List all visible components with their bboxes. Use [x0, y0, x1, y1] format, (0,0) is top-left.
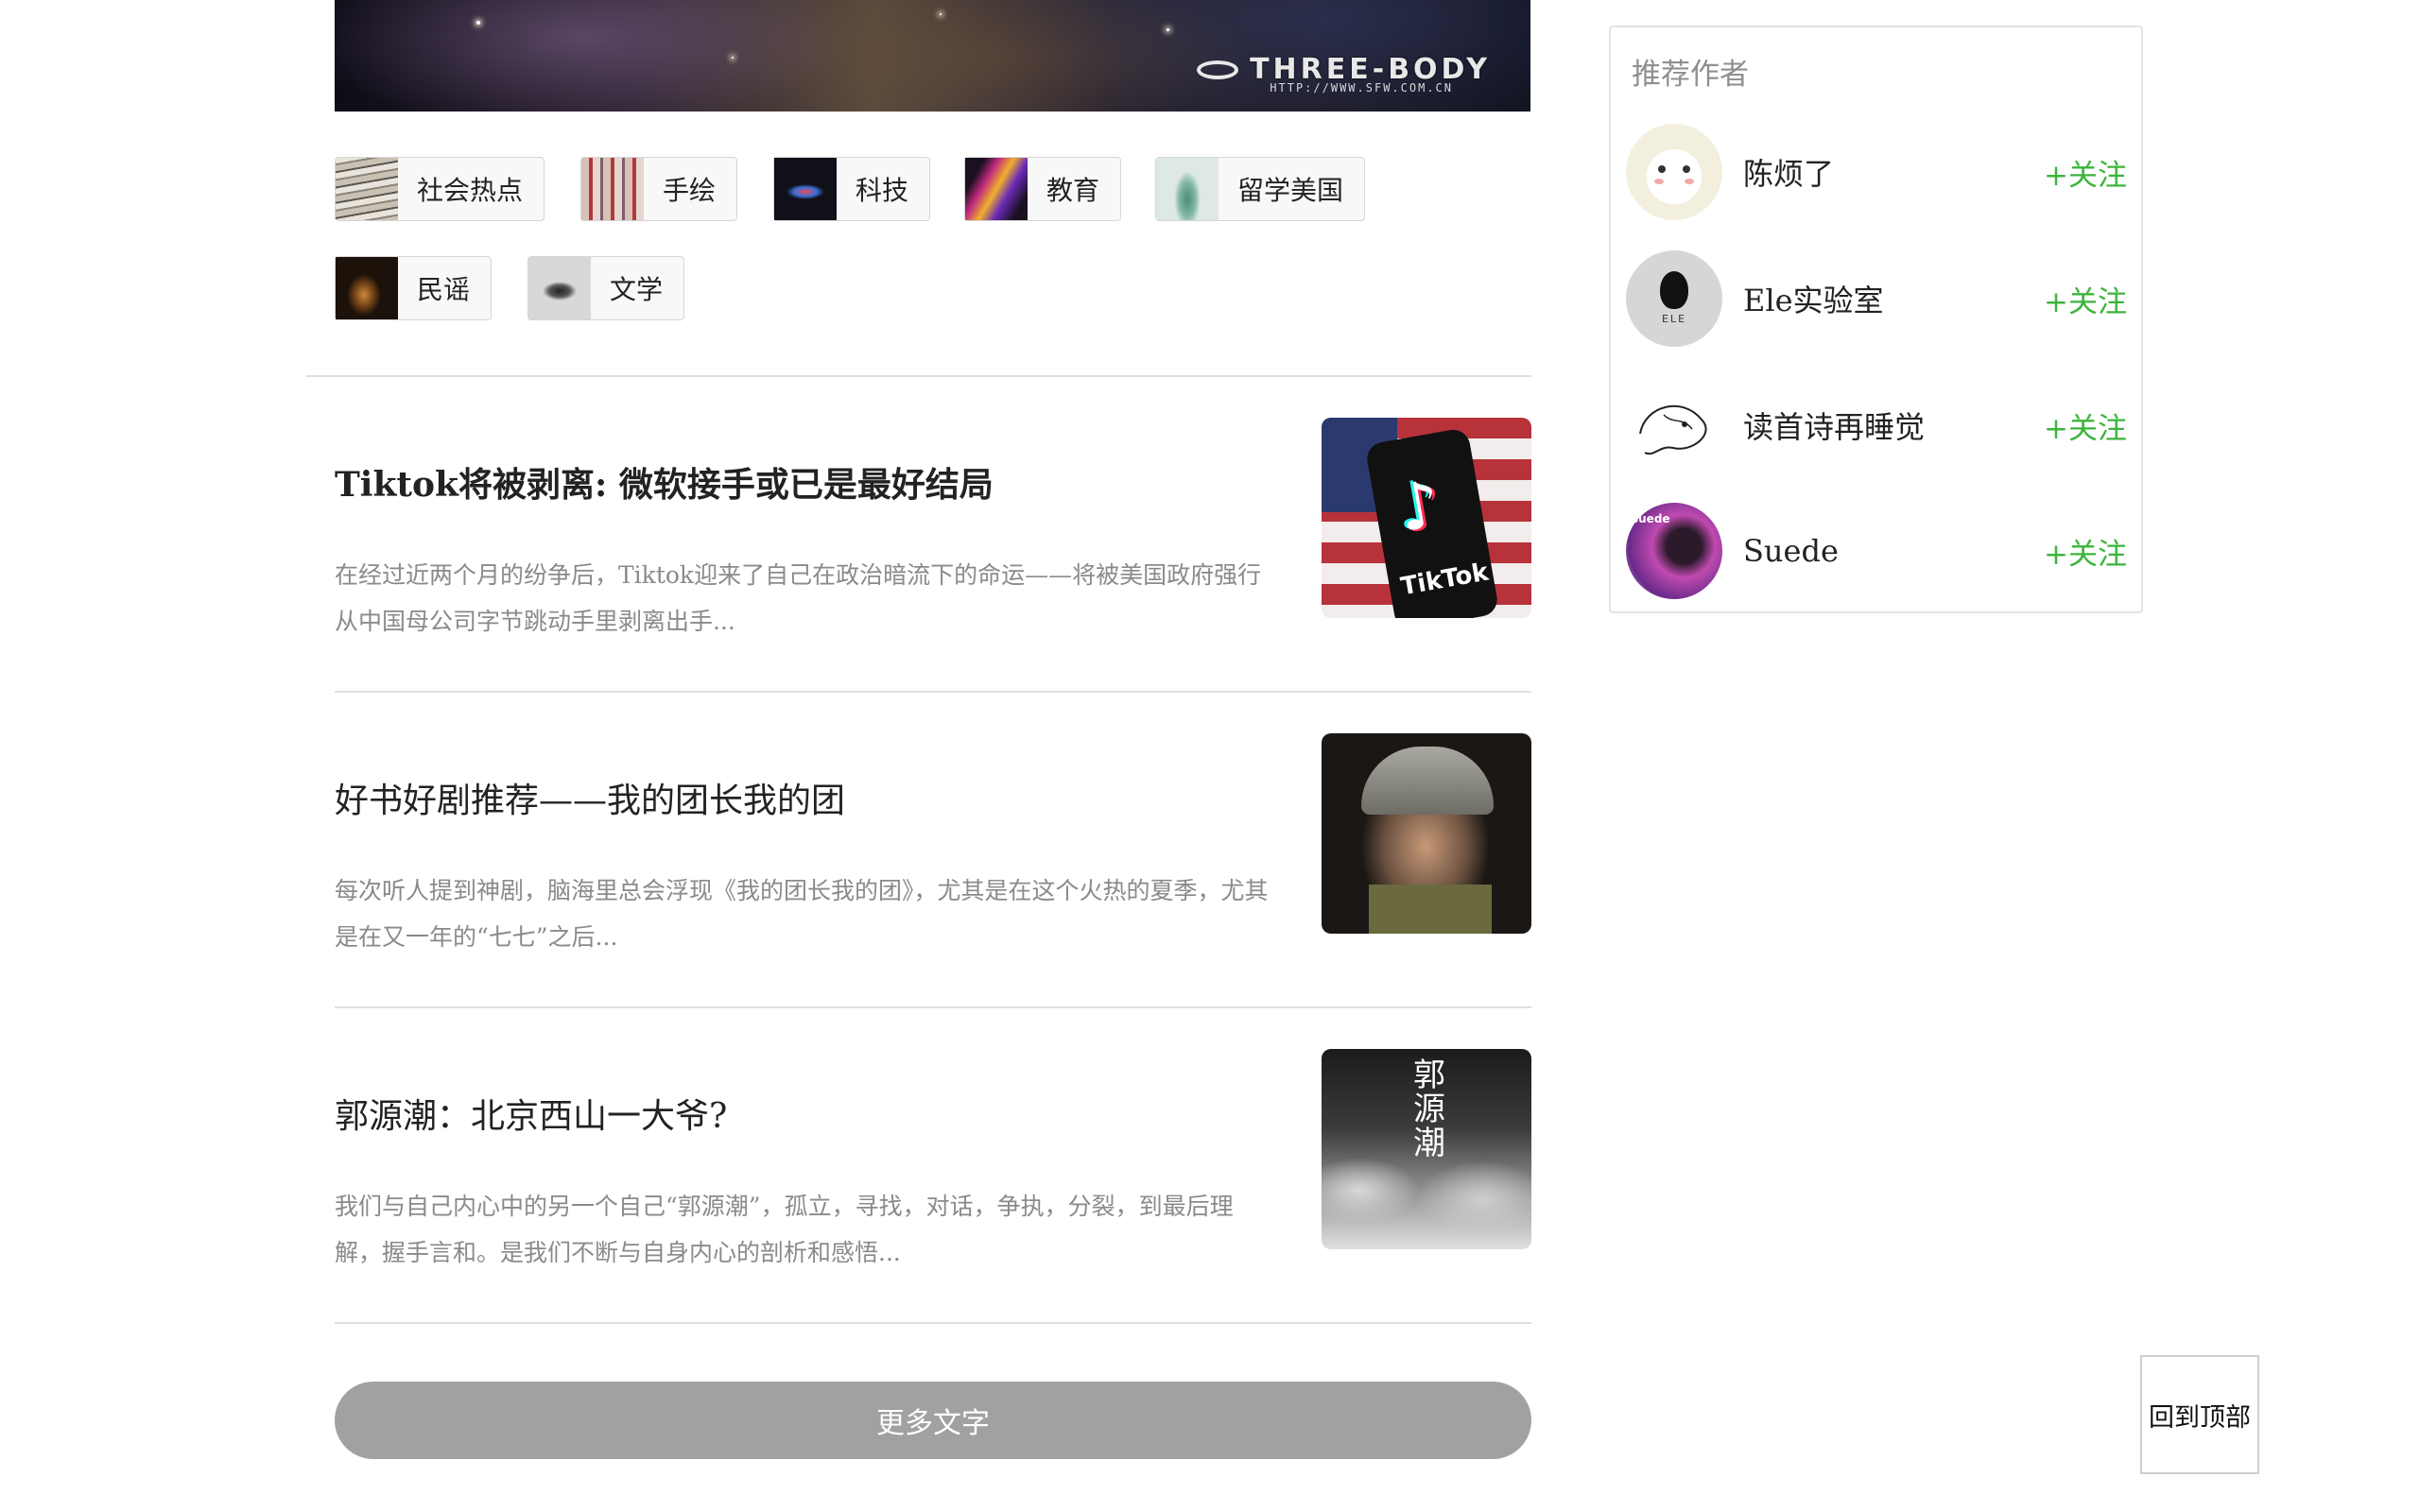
- top-banner-image[interactable]: THREE-BODY HTTP://WWW.SFW.COM.CN: [335, 0, 1530, 112]
- guitar-thumb-icon: [336, 257, 398, 319]
- ele-avatar-text: ELE: [1661, 313, 1687, 325]
- newspaper-stack-thumb-icon: [336, 158, 398, 220]
- back-to-top-button[interactable]: 回到顶部: [2140, 1355, 2259, 1474]
- article-title[interactable]: Tiktok将被剥离: 微软接手或已是最好结局: [335, 457, 994, 507]
- phone-shape: ♪ TikTok: [1364, 426, 1500, 618]
- suede-avatar-text: suede: [1632, 512, 1670, 525]
- tag-label: 民谣: [417, 274, 471, 305]
- follow-button[interactable]: +关注: [2044, 404, 2127, 447]
- article-card[interactable]: 郭源潮：北京西山一大爷? 我们与自己内心中的另一个自己“郭源潮”，孤立，寻找，对…: [335, 1049, 1531, 1372]
- tiktok-note-icon: ♪: [1392, 466, 1446, 548]
- article-divider: [335, 691, 1531, 693]
- panel-title: 推荐作者: [1632, 58, 1749, 92]
- follow-button[interactable]: +关注: [2044, 278, 2127, 320]
- tag-hand-drawing[interactable]: 手绘: [580, 157, 738, 221]
- typewriter-thumb-icon: [528, 257, 591, 319]
- author-name[interactable]: Ele实验室: [1743, 277, 2044, 320]
- article-card[interactable]: Tiktok将被剥离: 微软接手或已是最好结局 在经过近两个月的纷争后，Tikt…: [335, 418, 1531, 741]
- author-item[interactable]: ELE Ele实验室 +关注: [1626, 249, 2127, 349]
- article-excerpt: 在经过近两个月的纷争后，Tiktok迎来了自己在政治暗流下的命运——将被美国政府…: [335, 561, 1262, 635]
- article-divider: [335, 1322, 1531, 1324]
- graffiti-thumb-icon: [965, 158, 1028, 220]
- ink-landscape-image[interactable]: 郭源潮: [1322, 1049, 1531, 1249]
- more-articles-button[interactable]: 更多文字: [335, 1382, 1531, 1459]
- page: THREE-BODY HTTP://WWW.SFW.COM.CN 社会热点 手绘…: [0, 0, 2420, 1512]
- author-item[interactable]: suede Suede +关注: [1626, 501, 2127, 601]
- tech-lips-thumb-icon: [774, 158, 837, 220]
- author-name[interactable]: Suede: [1743, 533, 2044, 569]
- tag-literature[interactable]: 文学: [527, 256, 685, 320]
- article-divider: [335, 1006, 1531, 1008]
- follow-button[interactable]: +关注: [2044, 151, 2127, 194]
- tag-label: 科技: [856, 175, 909, 206]
- statue-of-liberty-thumb-icon: [1156, 158, 1219, 220]
- tag-label: 留学美国: [1237, 175, 1344, 206]
- section-divider: [306, 375, 1531, 377]
- article-excerpt: 每次听人提到神剧，脑海里总会浮现《我的团长我的团》，尤其是在这个火热的夏季，尤其…: [335, 877, 1269, 951]
- tag-label: 教育: [1046, 175, 1100, 206]
- tag-folk[interactable]: 民谣: [335, 256, 493, 320]
- article-title[interactable]: 好书好剧推荐——我的团长我的团: [335, 773, 845, 822]
- tag-label: 文学: [610, 274, 664, 305]
- tiktok-image-text: TikTok: [1398, 558, 1491, 602]
- tag-label: 社会热点: [417, 175, 524, 206]
- article-title[interactable]: 郭源潮：北京西山一大爷?: [335, 1089, 727, 1138]
- author-name[interactable]: 陈烦了: [1743, 150, 2044, 194]
- author-item[interactable]: 陈烦了 +关注: [1626, 122, 2127, 222]
- tag-social-hot[interactable]: 社会热点: [335, 157, 545, 221]
- follow-button[interactable]: +关注: [2044, 530, 2127, 573]
- author-name[interactable]: 读首诗再睡觉: [1743, 404, 2044, 447]
- ele-lab-avatar-icon[interactable]: ELE: [1626, 250, 1722, 347]
- suede-band-avatar-icon[interactable]: suede: [1626, 503, 1722, 599]
- ink-calligraphy-text: 郭源潮: [1413, 1057, 1445, 1162]
- hand-drawing-thumb-icon: [581, 158, 644, 220]
- tag-label: 手绘: [663, 175, 717, 206]
- soldier-portrait-image[interactable]: [1322, 733, 1531, 934]
- cartoon-cat-avatar-icon[interactable]: [1626, 124, 1722, 220]
- recommended-authors-panel: 推荐作者 陈烦了 +关注 ELE Ele实验室 +关注 读首诗再睡觉 +关注 s…: [1609, 26, 2143, 613]
- author-item[interactable]: 读首诗再睡觉 +关注: [1626, 375, 2127, 475]
- article-card[interactable]: 好书好剧推荐——我的团长我的团 每次听人提到神剧，脑海里总会浮现《我的团长我的团…: [335, 733, 1531, 1057]
- three-body-swirl-icon: [1197, 60, 1239, 79]
- tag-study-in-us[interactable]: 留学美国: [1155, 157, 1366, 221]
- sketch-drawing-icon: [1639, 404, 1707, 455]
- tag-education[interactable]: 教育: [964, 157, 1122, 221]
- sketch-avatar-icon[interactable]: [1626, 377, 1722, 473]
- banner-url: HTTP://WWW.SFW.COM.CN: [1270, 81, 1453, 94]
- tiktok-logo-flag-image[interactable]: ♪ TikTok: [1322, 418, 1531, 618]
- tag-tech[interactable]: 科技: [773, 157, 931, 221]
- article-excerpt: 我们与自己内心中的另一个自己“郭源潮”，孤立，寻找，对话，争执，分裂，到最后理解…: [335, 1193, 1234, 1266]
